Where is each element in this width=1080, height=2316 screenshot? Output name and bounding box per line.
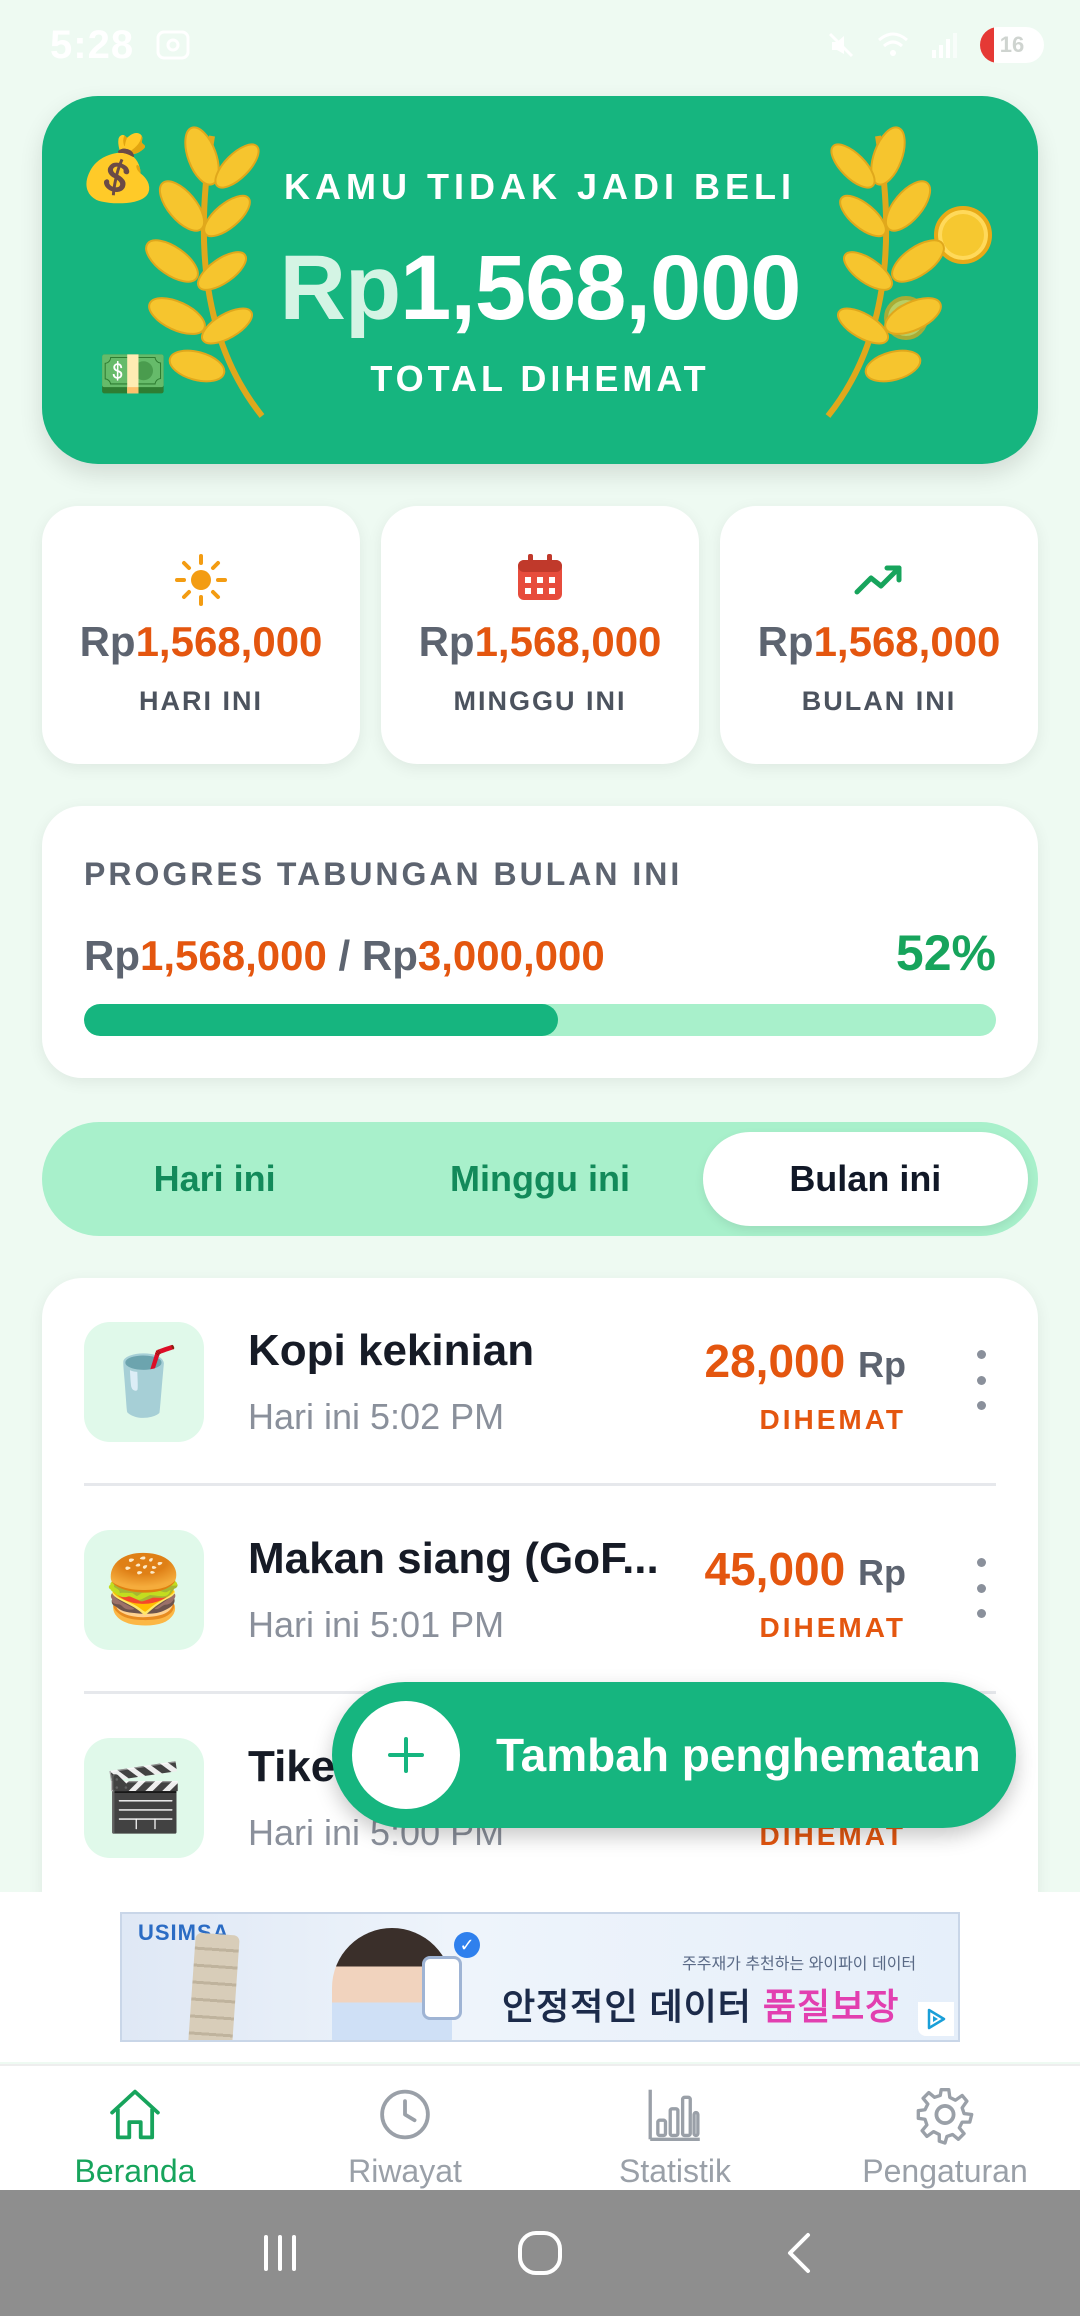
home-system-button[interactable] <box>500 2213 580 2293</box>
savings-progress-card: PROGRES TABUNGAN BULAN INI Rp1,568,000 /… <box>42 806 1038 1078</box>
tab-this-week[interactable]: Minggu ini <box>377 1132 702 1226</box>
clock-icon <box>380 2089 430 2140</box>
total-saved-amount: Rp1,568,000 <box>279 237 802 339</box>
calendar-icon <box>518 554 562 600</box>
nav-statistics[interactable]: Statistik <box>540 2066 810 2190</box>
list-item[interactable]: 🍔 Makan siang (GoF... Hari ini 5:01 PM 4… <box>42 1486 1038 1694</box>
sun-icon <box>175 554 227 606</box>
back-button[interactable] <box>760 2213 840 2293</box>
verified-check-icon: ✓ <box>454 1932 480 1958</box>
tab-this-month[interactable]: Bulan ini <box>702 1132 1028 1226</box>
screenshot-indicator-icon <box>156 30 190 60</box>
stat-card-week[interactable]: Rp1,568,000 MINGGU INI <box>381 506 699 764</box>
adchoices-icon[interactable] <box>918 2002 954 2036</box>
more-options-icon[interactable] <box>966 1558 996 1618</box>
recent-apps-button[interactable] <box>240 2213 320 2293</box>
soft-drink-cup-icon: 🥤 <box>84 1322 204 1442</box>
progress-percent: 52% <box>895 925 996 981</box>
home-icon <box>110 2089 160 2140</box>
system-navigation-bar <box>0 2190 1080 2316</box>
add-saving-label: Tambah penghematan <box>496 1729 981 1781</box>
ad-small-text: 주주재가 추천하는 와이파이 데이터 <box>682 1956 917 1973</box>
ad-headline: 안정적인 데이터 품질보장 <box>502 1986 900 2027</box>
nav-history-label: Riwayat <box>348 2153 462 2189</box>
item-amount: 45,000 Rp <box>704 1543 906 1595</box>
battery-indicator: 16 <box>980 27 1044 63</box>
status-bar: 5:28 16 <box>0 0 1080 90</box>
phone-image <box>422 1956 462 2020</box>
total-saved-card: 💰 💵 KAMU TIDAK JADI BELI Rp1,568,000 TOT… <box>42 96 1038 464</box>
stat-card-month[interactable]: Rp1,568,000 BULAN INI <box>720 506 1038 764</box>
clapperboard-icon: 🎬 <box>84 1738 204 1858</box>
item-status: DIHEMAT <box>759 1404 906 1435</box>
hero-subtitle: KAMU TIDAK JADI BELI <box>284 166 796 207</box>
progress-title: PROGRES TABUNGAN BULAN INI <box>84 856 683 892</box>
ad-area: USIMSA ✓ 주주재가 추천하는 와이파이 데이터 안정적인 데이터 품질보… <box>0 1892 1080 2062</box>
progress-bar <box>84 1004 996 1036</box>
plus-icon <box>388 1737 424 1773</box>
nav-history[interactable]: Riwayat <box>270 2066 540 2190</box>
period-tabs: Hari ini Minggu ini Bulan ini <box>42 1122 1038 1236</box>
back-chevron-icon <box>788 2233 810 2273</box>
trending-up-icon <box>854 565 902 595</box>
nav-statistics-label: Statistik <box>618 2153 732 2189</box>
mute-icon <box>828 32 854 58</box>
list-item[interactable]: 🥤 Kopi kekinian Hari ini 5:02 PM 28,000 … <box>42 1278 1038 1486</box>
progress-values: Rp1,568,000 / Rp3,000,000 <box>84 932 605 979</box>
battery-level: 16 <box>999 32 1025 57</box>
nav-home-label: Beranda <box>74 2153 196 2189</box>
bar-chart-icon <box>648 2089 700 2141</box>
item-time: Hari ini 5:02 PM <box>248 1396 505 1437</box>
wifi-icon <box>878 32 908 56</box>
gear-icon <box>916 2088 974 2145</box>
stat-value-month: Rp1,568,000 <box>757 618 1001 665</box>
stat-label-month: BULAN INI <box>801 686 957 716</box>
stat-value-today: Rp1,568,000 <box>79 618 323 665</box>
tower-image <box>188 1932 240 2040</box>
tab-today[interactable]: Hari ini <box>52 1132 377 1226</box>
item-amount: 28,000 Rp <box>704 1335 906 1387</box>
status-time: 5:28 <box>50 22 135 67</box>
stat-label-week: MINGGU INI <box>453 686 627 716</box>
item-time: Hari ini 5:01 PM <box>248 1604 505 1645</box>
nav-home[interactable]: Beranda <box>0 2066 270 2190</box>
item-title: Kopi kekinian <box>248 1326 535 1375</box>
burger-icon: 🍔 <box>84 1530 204 1650</box>
stat-value-week: Rp1,568,000 <box>418 618 662 665</box>
hero-caption: TOTAL DIHEMAT <box>370 358 710 399</box>
stat-label-today: HARI INI <box>139 686 263 716</box>
progress-bar-fill <box>84 1004 559 1036</box>
recent-apps-icon <box>264 2235 296 2271</box>
nav-settings-label: Pengaturan <box>862 2153 1028 2189</box>
ad-banner[interactable]: USIMSA ✓ 주주재가 추천하는 와이파이 데이터 안정적인 데이터 품질보… <box>120 1912 960 2042</box>
bottom-navigation: Beranda Riwayat Statistik Pengaturan <box>0 2064 1080 2190</box>
signal-icon <box>932 33 957 58</box>
item-title: Makan siang (GoF... <box>248 1534 659 1583</box>
add-saving-button[interactable]: Tambah penghematan <box>332 1682 1016 1828</box>
stat-card-today[interactable]: Rp1,568,000 HARI INI <box>42 506 360 764</box>
item-status: DIHEMAT <box>759 1612 906 1643</box>
more-options-icon[interactable] <box>966 1350 996 1410</box>
home-circle-icon <box>518 2231 562 2275</box>
nav-settings[interactable]: Pengaturan <box>810 2066 1080 2190</box>
